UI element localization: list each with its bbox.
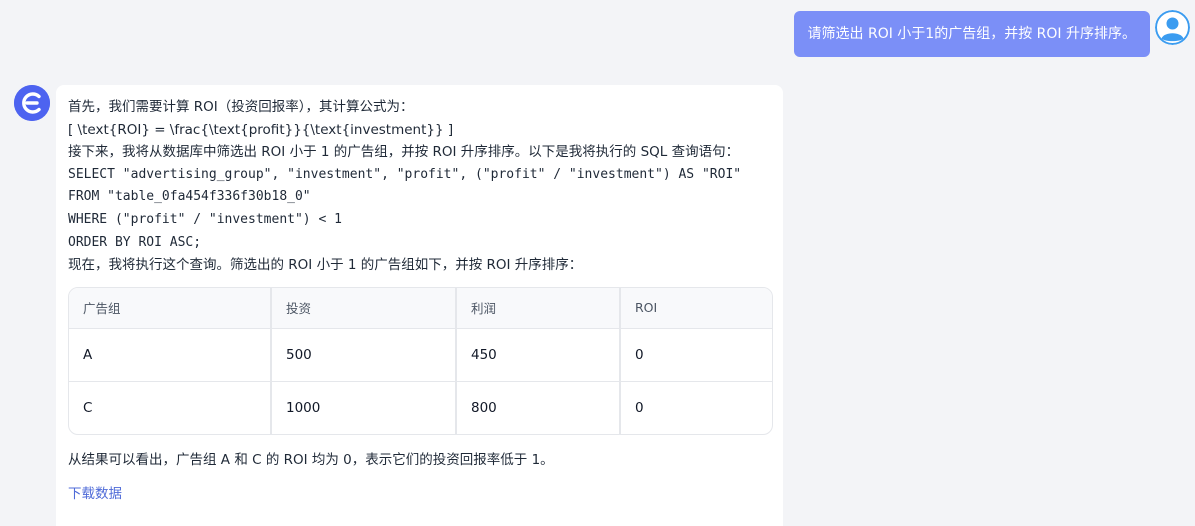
table-row: C 1000 800 0 bbox=[69, 381, 772, 434]
sql-code-line: FROM "table_0fa454f336f30b18_0" bbox=[68, 189, 311, 205]
column-header-profit: 利润 bbox=[456, 287, 621, 329]
download-data-link[interactable]: 下载数据 bbox=[68, 483, 771, 505]
result-table: 广告组 投资 利润 ROI A 500 450 0 C 1000 800 0 bbox=[68, 286, 773, 435]
message-text-line: [ \text{ROI} = \frac{\text{profit}}{\tex… bbox=[68, 121, 454, 138]
table-cell: C bbox=[69, 381, 272, 434]
table-cell: 500 bbox=[271, 328, 457, 382]
column-header-ad-group: 广告组 bbox=[69, 287, 272, 329]
user-avatar-icon[interactable] bbox=[1155, 10, 1190, 45]
result-summary: 从结果可以看出，广告组 A 和 C 的 ROI 均为 0，表示它们的投资回报率低… bbox=[68, 451, 554, 468]
table-cell: 1000 bbox=[271, 381, 457, 434]
message-text-line: 接下来，我将从数据库中筛选出 ROI 小于 1 的广告组，并按 ROI 升序排序… bbox=[68, 144, 740, 161]
message-text-line: 现在，我将执行这个查询。筛选出的 ROI 小于 1 的广告组如下，并按 ROI … bbox=[68, 257, 583, 274]
assistant-logo-icon bbox=[14, 85, 50, 121]
message-text-line: 首先，我们需要计算 ROI（投资回报率），其计算公式为： bbox=[68, 99, 414, 115]
table-cell: 450 bbox=[456, 328, 621, 382]
user-message-text: 请筛选出 ROI 小于1的广告组，并按 ROI 升序排序。 bbox=[807, 26, 1136, 42]
table-cell: A bbox=[69, 328, 272, 382]
assistant-message-card: 首先，我们需要计算 ROI（投资回报率），其计算公式为： [ \text{ROI}… bbox=[56, 85, 783, 526]
sql-code-line: SELECT "advertising_group", "investment"… bbox=[68, 166, 742, 182]
column-header-investment: 投资 bbox=[271, 287, 457, 329]
table-header-row: 广告组 投资 利润 ROI bbox=[69, 287, 772, 329]
table-cell: 800 bbox=[456, 381, 621, 434]
sql-code-line: WHERE ("profit" / "investment") < 1 bbox=[68, 211, 342, 227]
assistant-message-body: 首先，我们需要计算 ROI（投资回报率），其计算公式为： [ \text{ROI}… bbox=[68, 96, 771, 277]
sql-code-line: ORDER BY ROI ASC; bbox=[68, 234, 202, 250]
table-row: A 500 450 0 bbox=[69, 328, 772, 382]
user-message-bubble: 请筛选出 ROI 小于1的广告组，并按 ROI 升序排序。 bbox=[793, 11, 1150, 57]
chat-page: 请筛选出 ROI 小于1的广告组，并按 ROI 升序排序。 首先，我们需要计算 … bbox=[0, 0, 1195, 526]
table-cell: 0 bbox=[635, 399, 644, 416]
table-cell: 0 bbox=[620, 328, 772, 382]
column-header-roi: ROI bbox=[620, 287, 772, 329]
